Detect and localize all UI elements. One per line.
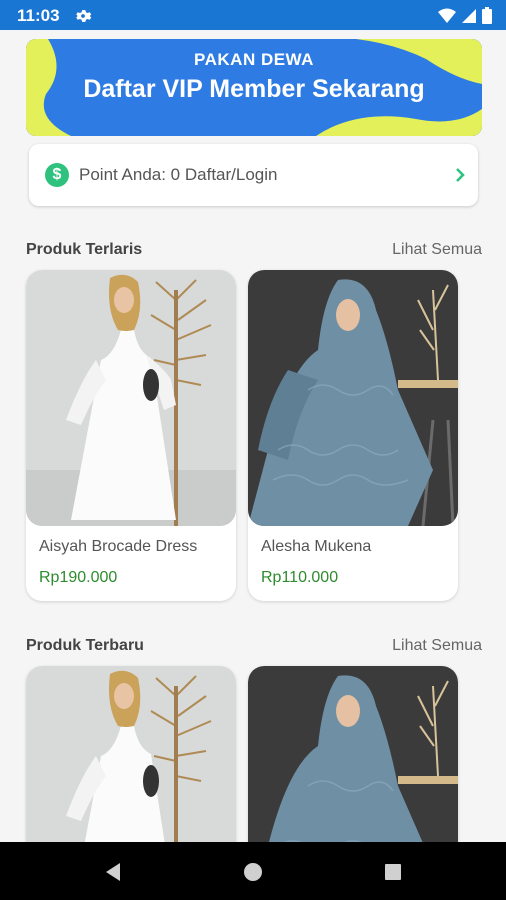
best-sellers-header: Produk Terlaris Lihat Semua	[26, 241, 482, 263]
vip-member-banner[interactable]: PAKAN DEWA Daftar VIP Member Sekarang	[26, 39, 482, 136]
product-name: Aisyah Brocade Dress	[39, 538, 198, 555]
system-navigation-bar	[0, 842, 506, 900]
best-sellers-see-all-link[interactable]: Lihat Semua	[392, 241, 482, 259]
wifi-icon	[438, 8, 456, 23]
status-time: 11:03	[17, 6, 60, 25]
chevron-right-icon	[456, 168, 465, 182]
product-card[interactable]	[26, 666, 236, 866]
product-price: Rp110.000	[261, 569, 339, 586]
status-bar: 11:03	[0, 0, 506, 30]
newest-title: Produk Terbaru	[26, 637, 144, 654]
product-image-white-dress	[26, 270, 236, 526]
best-sellers-title: Produk Terlaris	[26, 241, 143, 258]
battery-icon	[482, 7, 492, 24]
dollar-coin-icon: $	[45, 163, 69, 187]
banner-subtitle: PAKAN DEWA	[194, 50, 314, 69]
product-image-white-dress	[26, 666, 236, 866]
product-card[interactable]: Aisyah Brocade Dress Rp190.000	[26, 270, 236, 601]
product-image-mukena	[248, 270, 458, 526]
product-image-mukena	[248, 666, 458, 866]
newest-see-all-link[interactable]: Lihat Semua	[392, 637, 482, 655]
product-card[interactable]	[248, 666, 458, 866]
settings-gear-icon	[76, 10, 92, 22]
recents-icon[interactable]	[383, 862, 403, 882]
points-card[interactable]: $ Point Anda: 0 Daftar/Login	[29, 144, 478, 206]
product-name: Alesha Mukena	[261, 538, 372, 555]
newest-header: Produk Terbaru Lihat Semua	[26, 637, 482, 659]
product-price: Rp190.000	[39, 569, 118, 586]
product-card[interactable]: Alesha Mukena Rp110.000	[248, 270, 458, 601]
cellular-signal-icon	[462, 8, 476, 23]
banner-title: Daftar VIP Member Sekarang	[83, 75, 425, 103]
points-text: Point Anda: 0 Daftar/Login	[79, 165, 278, 184]
home-icon[interactable]	[243, 862, 263, 882]
back-icon[interactable]	[103, 862, 123, 882]
